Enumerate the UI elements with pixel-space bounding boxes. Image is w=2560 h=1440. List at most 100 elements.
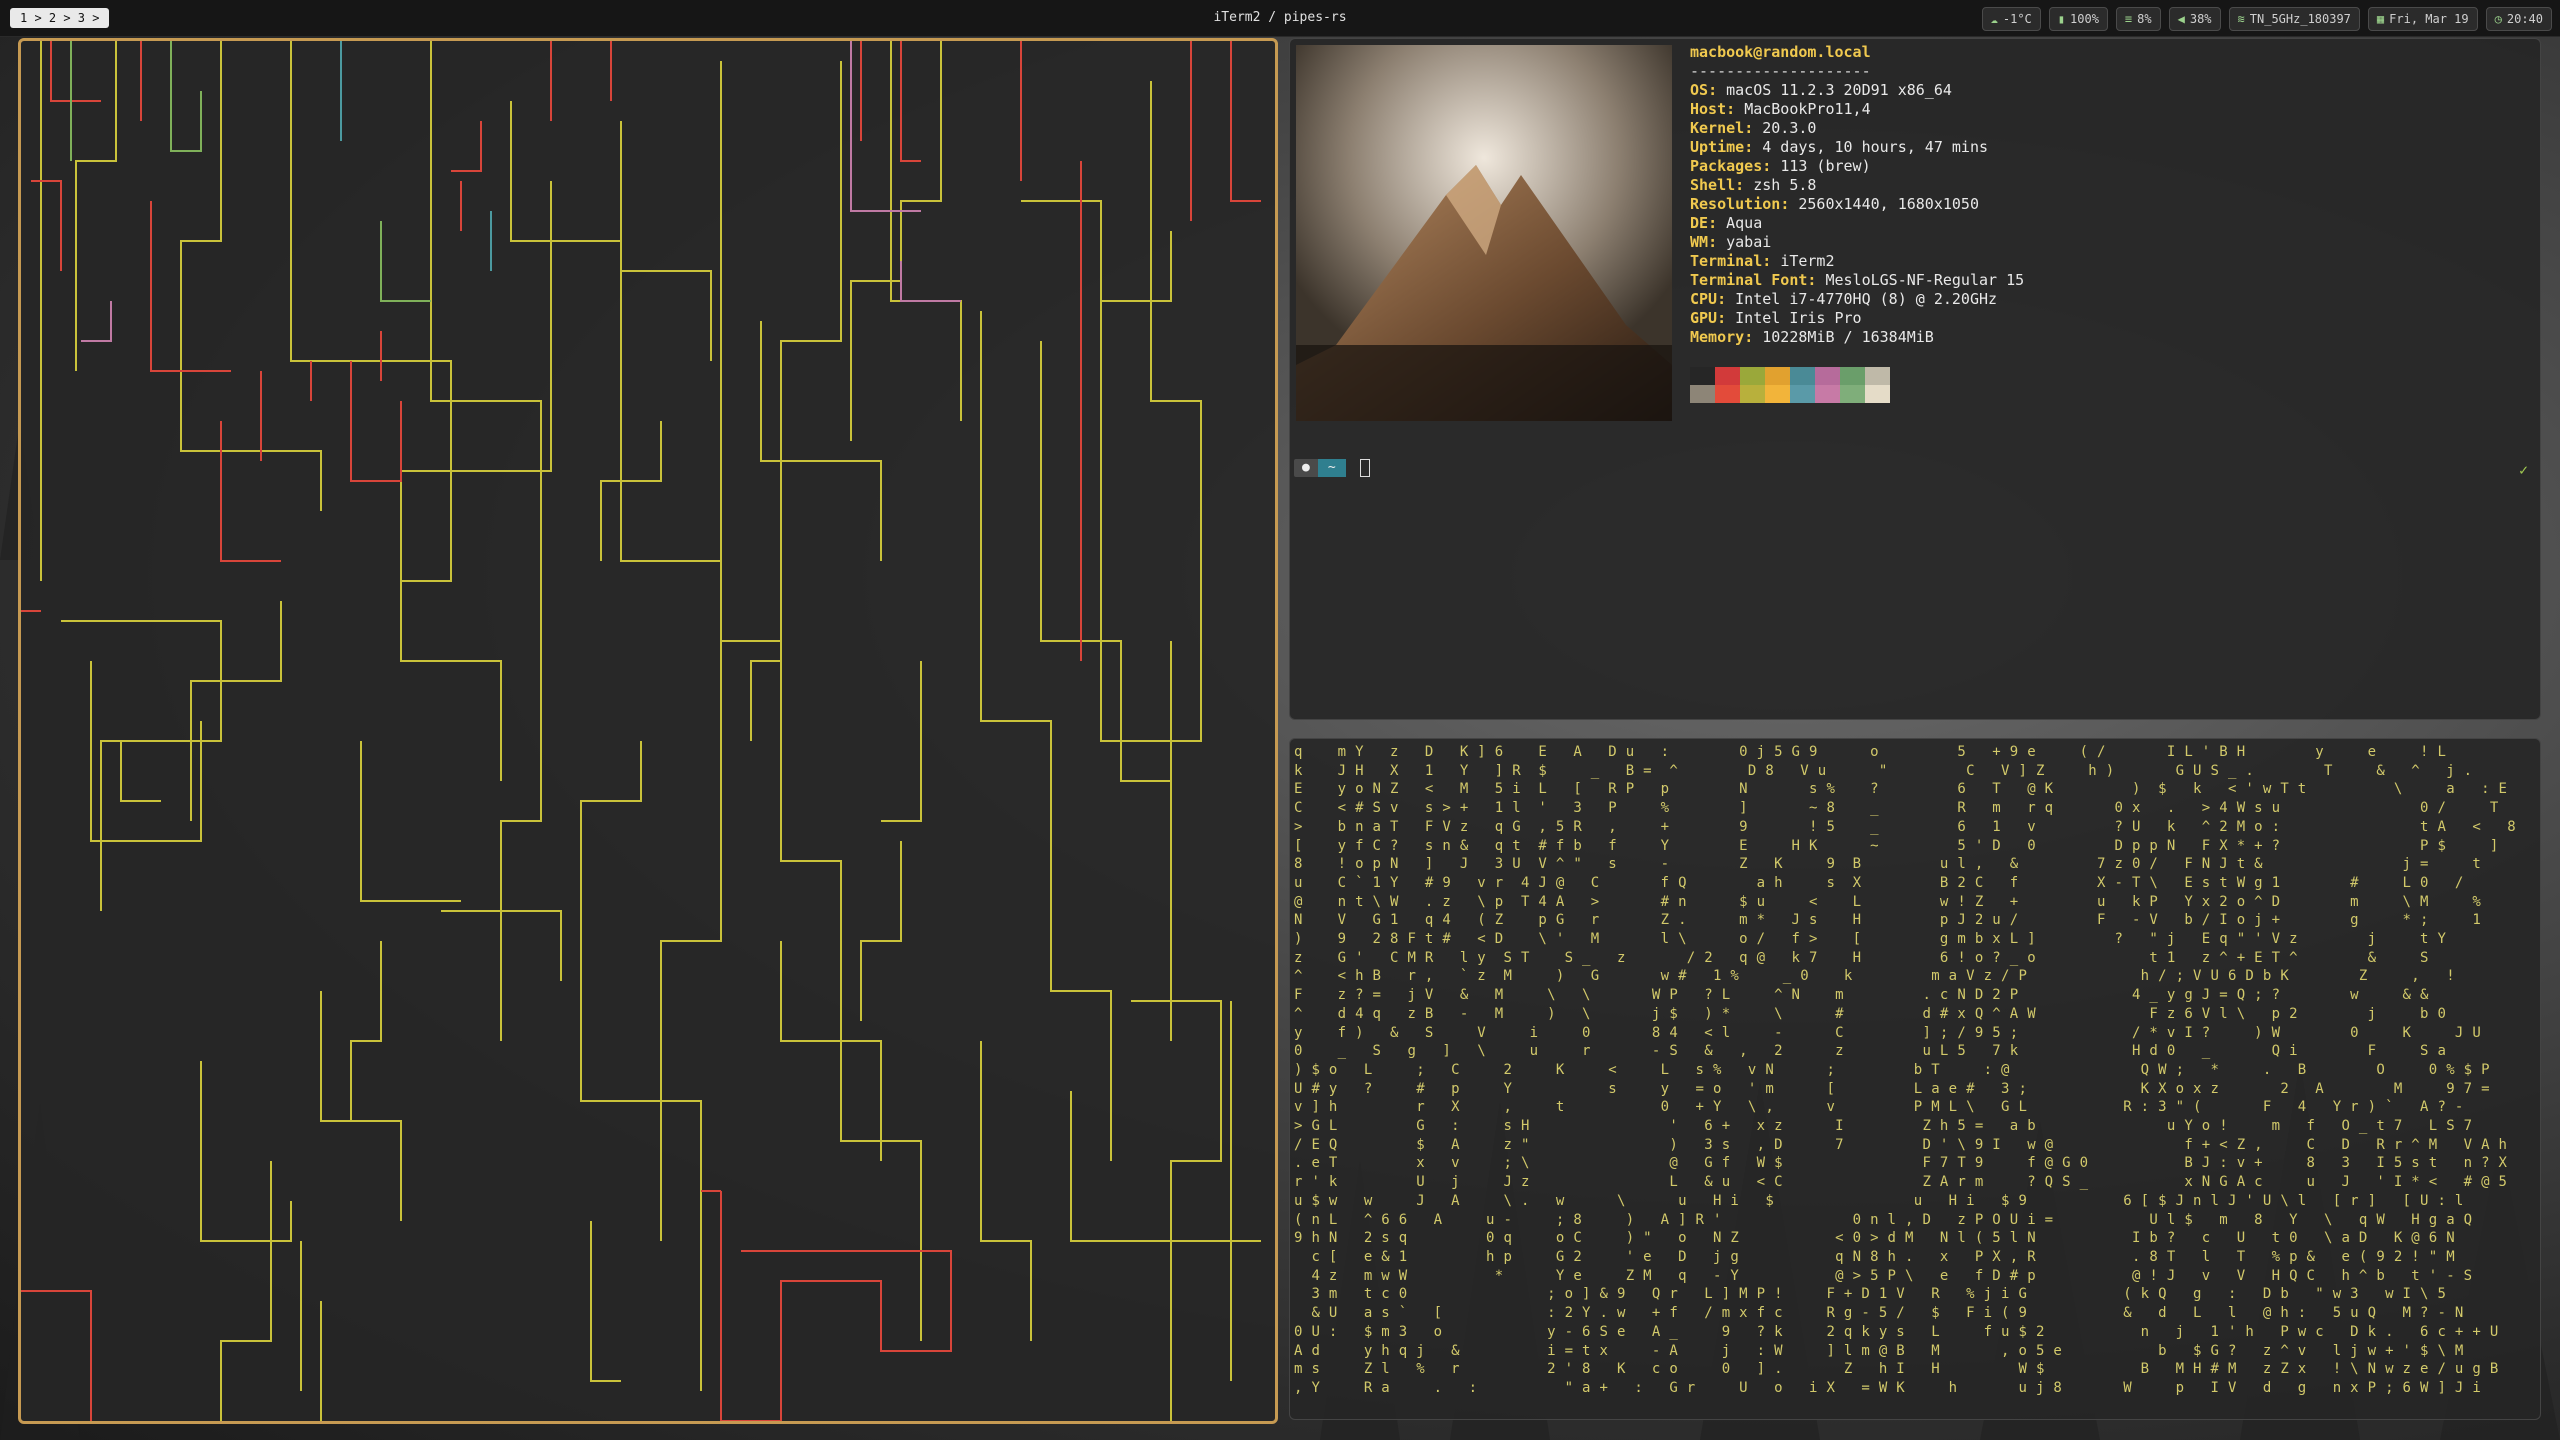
color-swatch (1840, 385, 1865, 403)
info-value: 2560x1440, 1680x1050 (1798, 195, 1979, 213)
matrix-line: z G ' C M R l y S T S _ z / 2 q @ k 7 H … (1294, 949, 2429, 966)
status-wifi[interactable]: ≋ TN_5GHz_180397 (2228, 7, 2360, 31)
matrix-line: ) 9 2 8 F t # < D \ ' M l \ o / f > [ g … (1294, 931, 2447, 948)
matrix-line: 0 U : $ m 3 o y - 6 S e A _ 9 ? k 2 q k … (1294, 1323, 2499, 1340)
matrix-line: U # y ? # p Y s y = o ' m [ L a e # 3 ; … (1294, 1080, 2490, 1097)
status-time[interactable]: ◷ 20:40 (2485, 7, 2552, 31)
matrix-line: > G L G : s H ' 6 + x z I Z h 5 = a b u … (1294, 1118, 2473, 1135)
spaces-indicator[interactable]: 1 > 2 > 3 > (10, 8, 110, 28)
status-cpu[interactable]: ≡ 8% (2115, 7, 2161, 31)
info-label: Packages (1690, 157, 1763, 175)
status-date[interactable]: ▦ Fri, Mar 19 (2367, 7, 2478, 31)
palette-row-top (1690, 367, 1890, 385)
matrix-line: / E Q $ A z " ) 3 s , D 7 D ' \ 9 I w @ … (1294, 1136, 2508, 1153)
color-swatch (1740, 385, 1765, 403)
matrix-line: E y o N Z < M 5 i L [ R P p N s % ? 6 T … (1294, 781, 2508, 798)
prompt-directory: ~ (1317, 459, 1346, 477)
matrix-line: 0 _ S g ] \ u r - S & , 2 z u L 5 7 k H … (1294, 1043, 2447, 1060)
colon: : (1807, 271, 1817, 289)
matrix-line: u $ w w J A \ . w \ u H i $ u H i $ 9 6 … (1294, 1192, 2464, 1209)
status-items: ☁ -1°C ▮ 100% ≡ 8% ◀ 38% ≋ TN_5GHz_180397 ▦ Fr… (1981, 7, 2552, 31)
color-swatch (1690, 385, 1715, 403)
info-label: GPU (1690, 309, 1718, 327)
colon: : (1717, 309, 1727, 327)
colon: : (1762, 252, 1772, 270)
matrix-line: ) $ o L ; C 2 K < L s % v N ; b T : @ Q … (1294, 1061, 2490, 1078)
info-value: yabai (1726, 233, 1772, 251)
matrix-line: u C ` 1 Y # 9 v r 4 J @ C f Q a h s X B … (1294, 874, 2464, 891)
shell-prompt[interactable]: ● ~ (1294, 459, 1370, 477)
matrix-line: ( n L ^ 6 6 A u - ; 8 ) A ] R ' 0 n l , … (1294, 1211, 2473, 1228)
neofetch-mountain-image (1296, 45, 1672, 421)
info-label: Terminal (1690, 252, 1763, 270)
status-battery-label: 100% (2070, 12, 2099, 26)
info-value: iTerm2 (1780, 252, 1835, 270)
focused-window-title: iTerm2 / pipes-rs (1213, 10, 1347, 25)
matrix-line: C < # S v s > + 1 l ' 3 P % ] ~ 8 _ R m … (1294, 800, 2499, 817)
battery-icon: ▮ (2057, 12, 2066, 26)
info-value: zsh 5.8 (1753, 176, 1817, 194)
volume-icon: ◀ (2177, 12, 2185, 26)
matrix-line: [ y f C ? s n & q t # f b f Y E H K ~ 5 … (1294, 837, 2499, 854)
info-value: MesloLGS-NF-Regular 15 (1825, 271, 2025, 289)
color-swatch (1715, 385, 1740, 403)
status-weather-label: -1°C (2002, 12, 2032, 26)
status-weather[interactable]: ☁ -1°C (1981, 7, 2041, 31)
matrix-line: > b n a T F V z q G , 5 R , + 9 ! 5 _ 6 … (1294, 818, 2517, 835)
pipes-terminal-window[interactable] (18, 38, 1278, 1424)
color-swatch (1840, 367, 1865, 385)
matrix-terminal-window[interactable]: q m Y z D K ] 6 E A D u : 0 j 5 G 9 o 5 … (1289, 738, 2541, 1420)
matrix-line: F z ? = j V & M \ \ W P ? L ^ N m . c N … (1294, 987, 2429, 1004)
color-swatch (1740, 367, 1765, 385)
info-value: 4 days, 10 hours, 47 mins (1762, 138, 1989, 156)
color-palette (1690, 367, 1890, 403)
matrix-line: v ] h r X , t 0 + Y \ , v P M L \ G L R … (1294, 1099, 2464, 1116)
color-swatch (1865, 385, 1890, 403)
status-battery[interactable]: ▮ 100% (2048, 7, 2108, 31)
calendar-icon: ▦ (2376, 12, 2385, 26)
status-volume[interactable]: ◀ 38% (2168, 7, 2221, 31)
matrix-line: m s Z l % r 2 ' 8 K c o 0 ] . Z h I H W … (1294, 1361, 2499, 1378)
matrix-line: @ n t \ W . z \ p T 4 A > # n $ u < L w … (1294, 893, 2482, 910)
neofetch-terminal-window[interactable]: macbook@random.local -------------------… (1289, 38, 2541, 720)
matrix-line: r ' k U j J z L & u < C Z A r m ? Q S _ … (1294, 1174, 2508, 1191)
colon: : (1708, 81, 1718, 99)
colon: : (1735, 176, 1745, 194)
menu-bar: 1 > 2 > 3 > iTerm2 / pipes-rs ☁ -1°C ▮ 100… (0, 0, 2560, 37)
separator: -------------------- (1690, 62, 1871, 80)
colon: : (1780, 195, 1790, 213)
info-value: macOS 11.2.3 20D91 x86_64 (1726, 81, 1952, 99)
text-cursor[interactable] (1359, 459, 1370, 477)
status-date-label: Fri, Mar 19 (2389, 12, 2469, 26)
info-label: Memory (1690, 328, 1745, 346)
color-swatch (1765, 367, 1790, 385)
info-label: OS (1690, 81, 1709, 99)
matrix-line: A d y h q j & i = t x - A j : W ] l m @ … (1294, 1342, 2464, 1359)
prompt-status-check-icon: ✓ (2518, 461, 2528, 479)
colon: : (1726, 100, 1736, 118)
matrix-line: k J H X 1 Y ] R $ _ B = ^ D 8 V u " C V … (1294, 762, 2473, 779)
matrix-line: y f ) & S V i 0 8 4 < l - C ] ; / 9 5 ; … (1294, 1024, 2482, 1041)
info-label: DE (1690, 214, 1709, 232)
info-label: CPU (1690, 290, 1718, 308)
color-swatch (1815, 385, 1840, 403)
info-label: WM (1690, 233, 1709, 251)
color-swatch (1690, 367, 1715, 385)
cloud-icon: ☁ (1990, 12, 1998, 26)
color-swatch (1790, 367, 1815, 385)
colon: : (1708, 214, 1718, 232)
info-value: 20.3.0 (1762, 119, 1817, 137)
matrix-line: 4 z m w W * Y e Z M q - Y @ > 5 P \ e f … (1294, 1267, 2473, 1284)
status-cpu-label: 8% (2137, 12, 2152, 26)
colon: : (1717, 290, 1727, 308)
matrix-line: ^ d 4 q z B - M ) \ j $ ) * \ # d # x Q … (1294, 1005, 2447, 1022)
info-value: 113 (brew) (1780, 157, 1871, 175)
colon: : (1744, 328, 1754, 346)
info-label: Kernel (1690, 119, 1745, 137)
color-swatch (1815, 367, 1840, 385)
colon: : (1762, 157, 1772, 175)
info-label: Uptime (1690, 138, 1745, 156)
matrix-line: 3 m t c 0 ; o ] & 9 Q r L ] M P ! F + D … (1294, 1286, 2447, 1303)
info-label: Shell (1690, 176, 1736, 194)
status-volume-label: 38% (2189, 12, 2212, 26)
